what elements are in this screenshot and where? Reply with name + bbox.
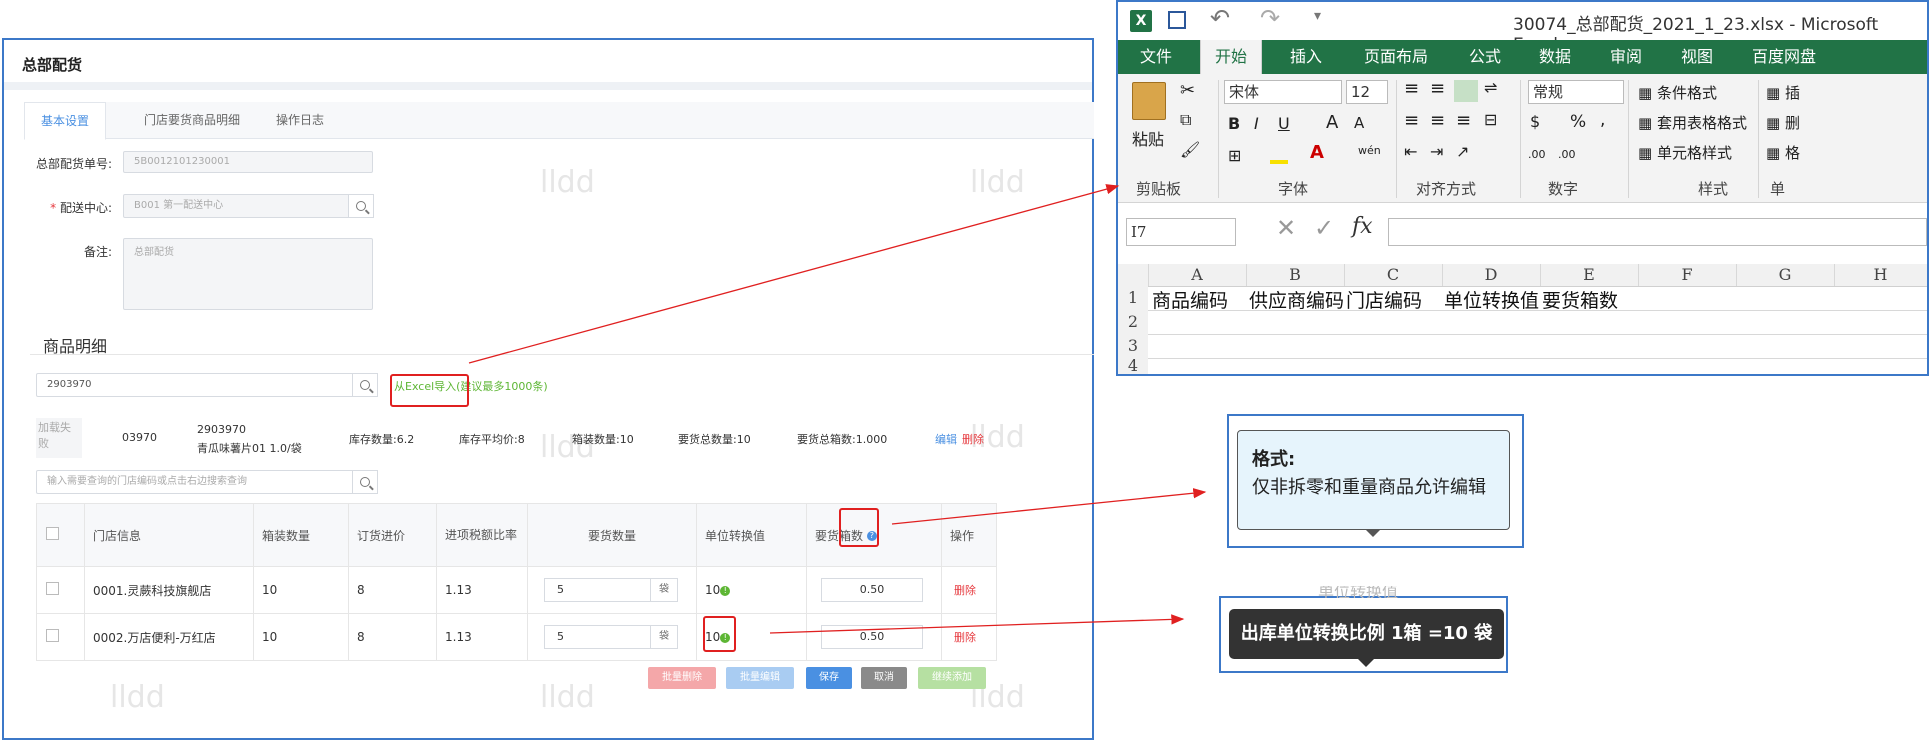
arrow-to-unit-tooltip: [769, 614, 1185, 634]
annotation-arrows: [468, 184, 1207, 634]
arrow-to-excel: [468, 184, 1120, 364]
arrow-to-format-tooltip: [891, 488, 1207, 525]
